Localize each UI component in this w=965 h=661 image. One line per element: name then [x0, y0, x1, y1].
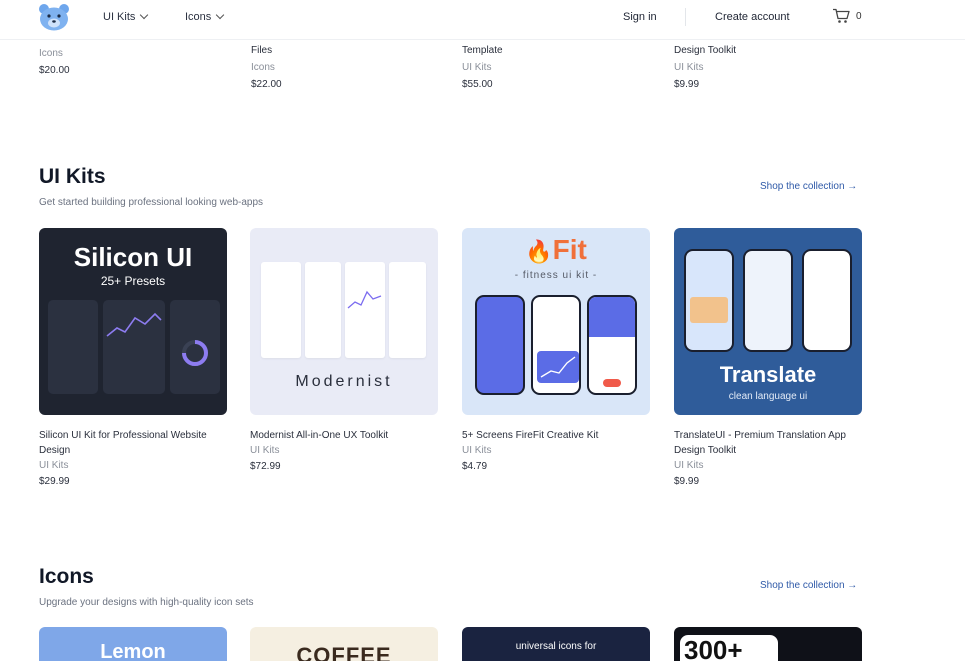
product-title: Silicon UI Kit for Professional Website …: [39, 430, 207, 456]
chevron-down-icon: [216, 10, 225, 20]
mock-phone: [587, 295, 637, 395]
product-card[interactable]: Design Toolkit UI Kits $9.99: [674, 44, 736, 92]
product-price: $9.99: [674, 79, 700, 90]
product-card-firefit[interactable]: 🔥Fit - fitness ui kit - 5+ Screens FireF…: [462, 228, 650, 476]
mock-gauge-icon: [182, 340, 208, 366]
product-title: TranslateUI - Premium Translation App De…: [674, 430, 846, 456]
product-category: UI Kits: [462, 445, 492, 456]
mock-sheet: [305, 262, 341, 358]
thumb-title: 🔥Fit: [462, 234, 650, 266]
thumb-title: COFFEE: [296, 643, 392, 661]
shop-collection-link[interactable]: Shop the collection →: [760, 580, 857, 591]
product-thumbnail[interactable]: 🔥Fit - fitness ui kit -: [462, 228, 650, 415]
mock-chart-icon: [106, 312, 162, 337]
product-thumbnail[interactable]: Silicon UI 25+ Presets: [39, 228, 227, 415]
nav-ui-kits-label: UI Kits: [103, 11, 136, 23]
product-price: $55.00: [462, 79, 493, 90]
product-category: UI Kits: [250, 445, 280, 456]
section-title-ui-kits: UI Kits: [39, 165, 106, 188]
mock-chart-icon: [347, 290, 382, 309]
create-account-link[interactable]: Create account: [715, 11, 790, 23]
thumb-subtitle: - fitness ui kit -: [514, 270, 598, 281]
nav-icons-label: Icons: [185, 11, 212, 23]
thumb-title: Silicon UI: [73, 242, 193, 272]
mock-sheet: [261, 262, 301, 358]
product-price: $29.99: [39, 476, 70, 487]
product-category: UI Kits: [674, 62, 704, 73]
nav-ui-kits[interactable]: UI Kits: [103, 10, 149, 23]
nav-icons[interactable]: Icons: [185, 10, 225, 23]
mock-phone: [802, 249, 852, 352]
cart-icon: [833, 8, 850, 23]
mock-chart-icon: [537, 351, 579, 383]
thumb-subtitle: clean language ui: [728, 391, 808, 402]
product-card[interactable]: Files Icons $22.00: [251, 44, 282, 92]
mock-sheet: [345, 262, 385, 358]
mock-phone: [531, 295, 581, 395]
product-category: UI Kits: [39, 460, 69, 471]
site-header: UI Kits Icons Sign in Create account 0: [0, 0, 965, 40]
thumb-title-text: Fit: [552, 234, 587, 265]
mock-panel: [48, 300, 98, 394]
product-price: $4.79: [462, 461, 488, 472]
cart-button[interactable]: 0: [832, 8, 862, 24]
product-category: UI Kits: [674, 460, 704, 471]
mock-phone: [684, 249, 734, 352]
product-title: Design Toolkit: [674, 45, 737, 56]
mock-phone: [475, 295, 525, 395]
product-category: UI Kits: [462, 62, 492, 73]
fire-icon: 🔥: [525, 239, 553, 264]
product-card-coffee[interactable]: COFFEE: [250, 627, 438, 661]
product-card-translateui[interactable]: Translate clean language ui TranslateUI …: [674, 228, 862, 491]
bear-logo-icon[interactable]: [38, 3, 70, 31]
mock-panel: [103, 300, 165, 394]
mock-illustration: [690, 297, 728, 323]
product-price: $22.00: [251, 79, 282, 90]
section-subtitle-icons: Upgrade your designs with high-quality i…: [39, 597, 254, 608]
section-subtitle-ui-kits: Get started building professional lookin…: [39, 197, 264, 208]
mock-button: [603, 379, 621, 387]
thumb-title: universal icons for: [515, 641, 597, 652]
thumb-title: Modernist: [295, 373, 393, 390]
chevron-down-icon: [140, 10, 149, 20]
mock-sheet: [389, 262, 426, 358]
product-category: Icons: [251, 62, 275, 73]
product-thumbnail[interactable]: Translate clean language ui: [674, 228, 862, 415]
mock-panel: [170, 300, 220, 394]
cart-count: 0: [856, 10, 862, 22]
section-title-icons: Icons: [39, 565, 94, 588]
sign-in-link[interactable]: Sign in: [623, 11, 657, 23]
product-category: Icons: [39, 48, 63, 59]
mock-phone: [743, 249, 793, 352]
product-title: Files: [251, 45, 273, 56]
product-card[interactable]: Template UI Kits $55.00: [462, 44, 503, 92]
product-card[interactable]: Icons $20.00: [39, 47, 70, 78]
product-card-universal-icons[interactable]: universal icons for: [462, 627, 650, 661]
product-price: $72.99: [250, 461, 281, 472]
thumb-subtitle: 25+ Presets: [100, 274, 166, 288]
thumb-title: Lemon: [100, 641, 166, 661]
thumb-title: 300+: [684, 635, 743, 661]
product-card-300-icons[interactable]: 300+: [674, 627, 862, 661]
product-price: $20.00: [39, 65, 70, 76]
product-card-silicon-ui[interactable]: Silicon UI 25+ Presets Silicon UI Kit fo…: [39, 228, 227, 491]
header-divider: [685, 8, 686, 26]
mock-phone-header: [589, 297, 635, 337]
shop-collection-link[interactable]: Shop the collection →: [760, 181, 857, 192]
product-title: 5+ Screens FireFit Creative Kit: [462, 430, 599, 441]
product-title: Modernist All-in-One UX Toolkit: [250, 430, 389, 441]
product-title: Template: [462, 45, 503, 56]
thumb-title: Translate: [719, 362, 817, 387]
product-thumbnail[interactable]: Modernist: [250, 228, 438, 415]
product-card-modernist[interactable]: Modernist Modernist All-in-One UX Toolki…: [250, 228, 438, 476]
product-card-lemon[interactable]: Lemon: [39, 627, 227, 661]
product-price: $9.99: [674, 476, 700, 487]
